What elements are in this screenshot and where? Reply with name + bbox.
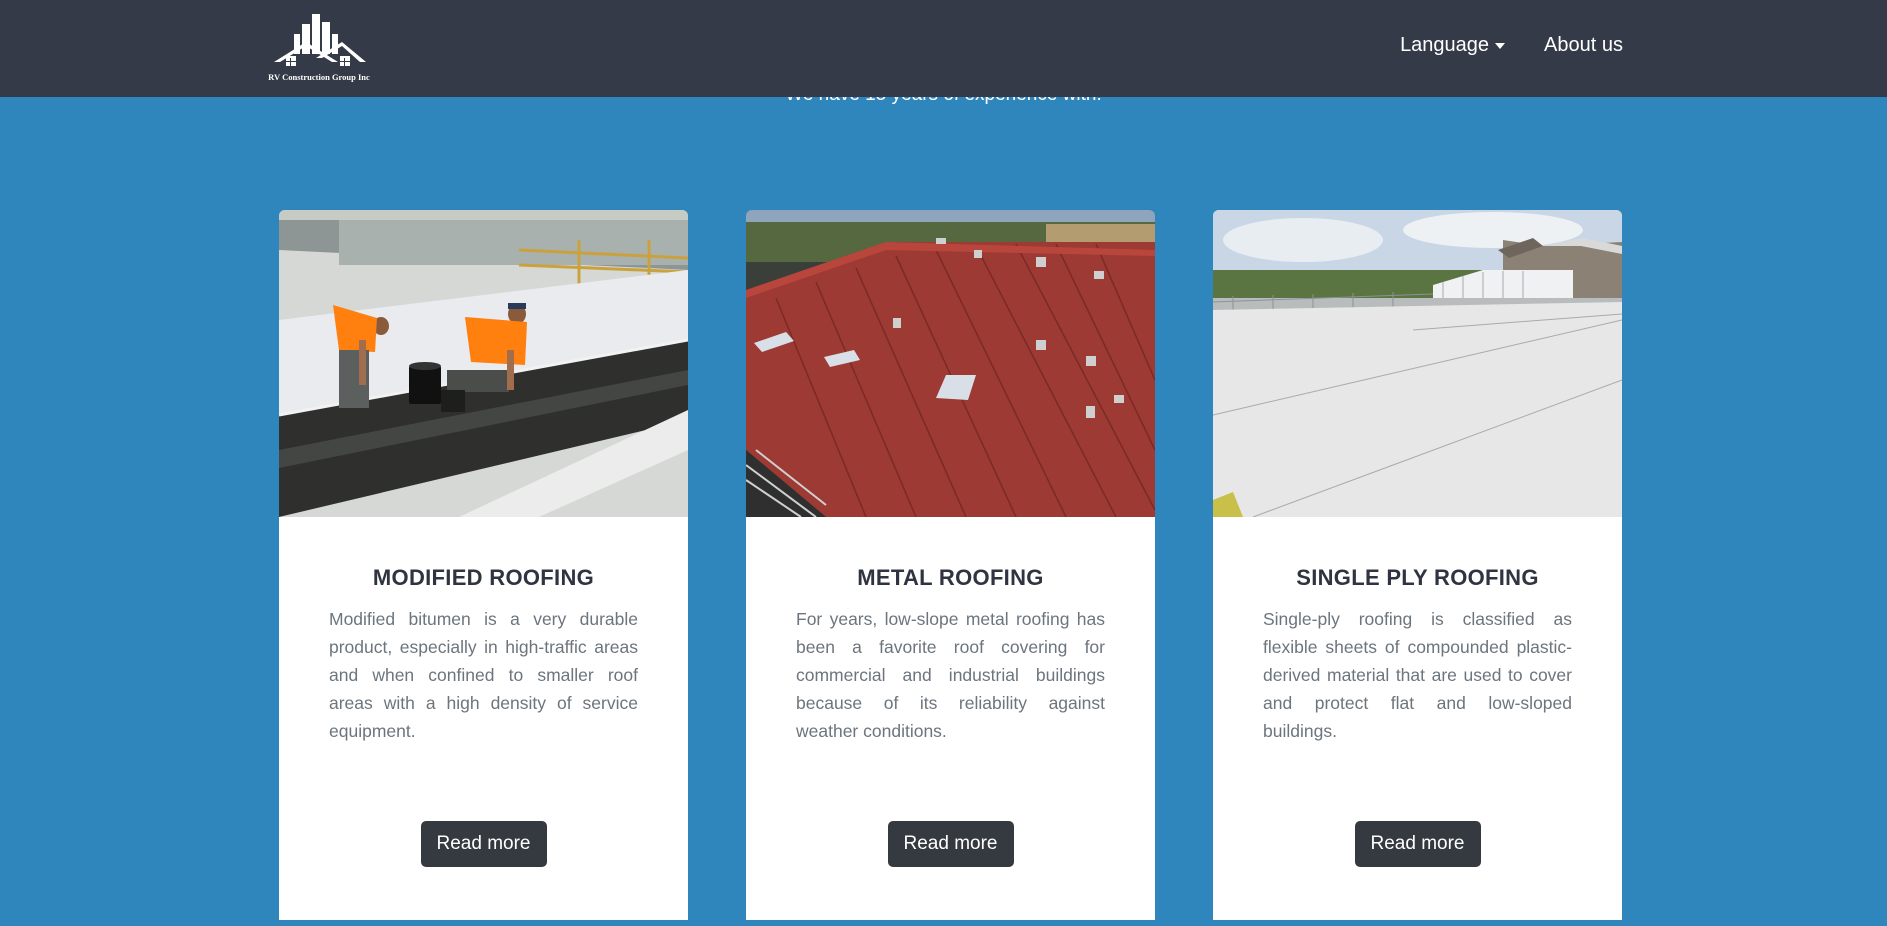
page: We have 15 years of experience with: (0, 0, 1887, 926)
read-more-button[interactable]: Read more (1354, 821, 1481, 867)
service-card-single-ply-roofing: SINGLE PLY ROOFING Single-ply roofing is… (1213, 210, 1622, 920)
service-card-modified-roofing: MODIFIED ROOFING Modified bitumen is a v… (279, 210, 688, 920)
about-us-link[interactable]: About us (1544, 34, 1623, 57)
logo-text: RV Construction Group Inc (268, 72, 370, 82)
card-title: METAL ROOFING (857, 565, 1044, 590)
building-logo-icon (274, 14, 366, 66)
card-description: Single-ply roofing is classified as flex… (1263, 609, 1572, 741)
service-card-metal-roofing: METAL ROOFING For years, low-slope metal… (746, 210, 1155, 920)
nav-links: Language About us (1400, 34, 1623, 57)
services-cards: MODIFIED ROOFING Modified bitumen is a v… (279, 210, 1622, 920)
read-more-button[interactable]: Read more (420, 821, 547, 867)
language-label: Language (1400, 34, 1490, 56)
navbar: RV Construction Group Inc Language About… (0, 0, 1887, 97)
card-title: SINGLE PLY ROOFING (1296, 565, 1539, 590)
single-ply-roofing-image (1213, 210, 1622, 517)
company-logo[interactable]: RV Construction Group Inc (256, 12, 382, 82)
read-more-button[interactable]: Read more (887, 821, 1014, 867)
card-description: For years, low-slope metal roofing has b… (796, 609, 1105, 741)
language-dropdown[interactable]: Language (1400, 34, 1506, 57)
metal-roofing-image (746, 210, 1155, 517)
modified-roofing-image (279, 210, 688, 517)
card-description: Modified bitumen is a very durable produ… (329, 609, 638, 741)
card-title: MODIFIED ROOFING (372, 565, 595, 590)
caret-down-icon (1495, 42, 1506, 49)
